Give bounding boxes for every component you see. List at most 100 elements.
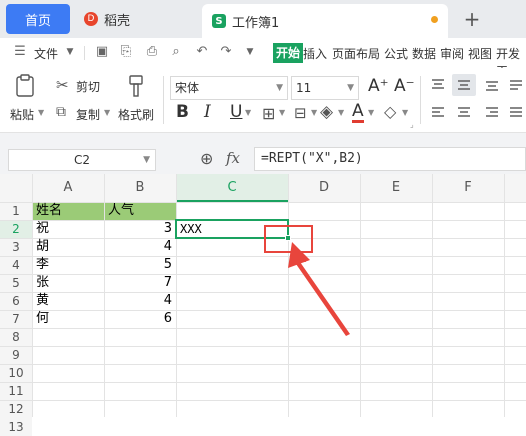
justify-icon[interactable] — [508, 106, 524, 120]
cell-a6[interactable]: 黄 — [33, 292, 103, 310]
border-icon[interactable]: ⊞ — [262, 104, 275, 123]
align-middle-icon[interactable] — [456, 78, 472, 92]
chevron-down-icon[interactable]: ▼ — [311, 108, 317, 117]
undo-icon[interactable]: ↶ — [194, 44, 210, 60]
zoom-icon[interactable]: ⊕ — [200, 149, 213, 168]
tab-insert[interactable]: 插入 — [303, 45, 327, 62]
print-preview-icon[interactable]: ⌕ — [168, 44, 184, 60]
font-color-button[interactable]: A — [352, 102, 364, 123]
column-header-e[interactable]: E — [360, 174, 432, 202]
column-header-d[interactable]: D — [288, 174, 360, 202]
column-header-f[interactable]: F — [432, 174, 504, 202]
align-bottom-icon[interactable] — [484, 78, 500, 92]
align-right-icon[interactable] — [484, 106, 500, 120]
row-header[interactable]: 7 — [0, 310, 32, 328]
row-header[interactable]: 11 — [0, 382, 32, 400]
fill-color-icon[interactable]: ◈ — [320, 102, 333, 122]
cell-b3[interactable]: 4 — [105, 238, 175, 256]
column-header-c[interactable]: C — [176, 174, 288, 202]
tab-formula[interactable]: 公式 — [384, 45, 408, 62]
column-header-g[interactable] — [504, 174, 526, 202]
tab-start[interactable]: 开始 — [273, 43, 304, 63]
align-center-icon[interactable] — [456, 106, 472, 120]
paste-button[interactable]: 粘贴 — [10, 106, 34, 123]
chevron-down-icon[interactable]: ▼ — [368, 108, 374, 117]
row-header[interactable]: 6 — [0, 292, 32, 310]
cell-a5[interactable]: 张 — [33, 274, 103, 292]
decrease-font-size-button[interactable]: A⁻ — [394, 76, 415, 96]
save-icon[interactable]: ▣ — [94, 44, 110, 60]
chevron-down-icon[interactable]: ▼ — [279, 108, 285, 117]
tab-review[interactable]: 审阅 — [440, 45, 464, 62]
row-header[interactable]: 2 — [0, 220, 32, 238]
format-painter-button[interactable]: 格式刷 — [118, 106, 154, 123]
column-header-b[interactable]: B — [104, 174, 176, 202]
tab-docer[interactable]: D 稻壳 — [76, 4, 186, 34]
row-header[interactable]: 5 — [0, 274, 32, 292]
copy-icon[interactable]: ⧉ — [56, 104, 66, 120]
cell-b2[interactable]: 3 — [105, 220, 175, 238]
increase-font-size-button[interactable]: A⁺ — [368, 76, 389, 96]
merge-cells-icon[interactable]: ⊟ — [294, 104, 307, 122]
font-name-select[interactable]: 宋体 ▼ — [170, 76, 288, 100]
align-left-icon[interactable] — [430, 106, 446, 120]
cell-b1[interactable]: 人气 — [105, 202, 175, 220]
row-header[interactable]: 12 — [0, 400, 32, 418]
wrap-text-icon[interactable] — [508, 78, 524, 92]
row-header[interactable]: 13 — [0, 418, 32, 436]
export-icon[interactable]: ⎘ — [118, 44, 134, 60]
copy-button[interactable]: 复制 — [76, 106, 100, 123]
docer-logo-icon: D — [84, 12, 98, 26]
row-header[interactable]: 1 — [0, 202, 32, 220]
format-painter-icon[interactable] — [126, 74, 146, 98]
clear-format-icon[interactable]: ◇ — [384, 102, 396, 121]
cell-b6[interactable]: 4 — [105, 292, 175, 310]
paste-icon[interactable] — [14, 74, 36, 98]
align-top-icon[interactable] — [430, 78, 446, 92]
cell-a3[interactable]: 胡 — [33, 238, 103, 256]
hamburger-menu-icon[interactable]: ☰ — [12, 44, 28, 60]
chevron-down-icon[interactable]: ▼ — [245, 108, 251, 117]
redo-icon[interactable]: ↷ — [218, 44, 234, 60]
italic-button[interactable]: I — [204, 102, 211, 122]
spreadsheet-grid[interactable]: A B C D E F 1 2 3 4 5 6 7 8 9 10 11 12 1… — [0, 174, 526, 436]
select-all-corner[interactable] — [0, 174, 32, 202]
cell-a1[interactable]: 姓名 — [33, 202, 103, 220]
cell-a7[interactable]: 何 — [33, 310, 103, 328]
new-tab-button[interactable]: + — [460, 4, 484, 34]
column-header-a[interactable]: A — [32, 174, 104, 202]
underline-button[interactable]: U — [230, 102, 242, 122]
cell-b4[interactable]: 5 — [105, 256, 175, 274]
chevron-down-icon: ▼ — [347, 83, 354, 93]
cut-button[interactable]: 剪切 — [76, 78, 100, 95]
cell-b7[interactable]: 6 — [105, 310, 175, 328]
cell-b5[interactable]: 7 — [105, 274, 175, 292]
scissors-icon[interactable]: ✂ — [56, 76, 69, 94]
name-box[interactable]: C2 ▼ — [8, 149, 156, 171]
tab-view[interactable]: 视图 — [468, 45, 492, 62]
chevron-down-icon[interactable]: ▼ — [62, 44, 78, 60]
chevron-down-icon[interactable]: ▼ — [338, 108, 344, 117]
row-header[interactable]: 3 — [0, 238, 32, 256]
chevron-down-icon[interactable]: ▼ — [38, 108, 44, 117]
row-header[interactable]: 9 — [0, 346, 32, 364]
row-header[interactable]: 4 — [0, 256, 32, 274]
tab-workbook[interactable]: S 工作簿1 — [202, 4, 448, 38]
cell-a2[interactable]: 祝 — [33, 220, 103, 238]
tab-page-layout[interactable]: 页面布局 — [332, 45, 380, 62]
chevron-down-icon[interactable]: ▼ — [402, 108, 408, 117]
chevron-down-icon[interactable]: ▼ — [104, 108, 110, 117]
fx-button[interactable]: fx — [226, 149, 240, 167]
bold-button[interactable]: B — [176, 102, 189, 122]
tab-home[interactable]: 首页 — [6, 4, 70, 34]
chevron-down-icon[interactable]: ▼ — [242, 44, 258, 60]
font-size-select[interactable]: 11 ▼ — [291, 76, 359, 100]
menu-file[interactable]: 文件 — [34, 45, 58, 62]
font-dialog-launcher-icon[interactable]: ⌟ — [410, 120, 414, 129]
tab-data[interactable]: 数据 — [412, 45, 436, 62]
row-header[interactable]: 10 — [0, 364, 32, 382]
cell-a4[interactable]: 李 — [33, 256, 103, 274]
formula-input[interactable]: =REPT("X",B2) — [254, 147, 526, 171]
print-icon[interactable]: ⎙ — [144, 44, 160, 60]
row-header[interactable]: 8 — [0, 328, 32, 346]
